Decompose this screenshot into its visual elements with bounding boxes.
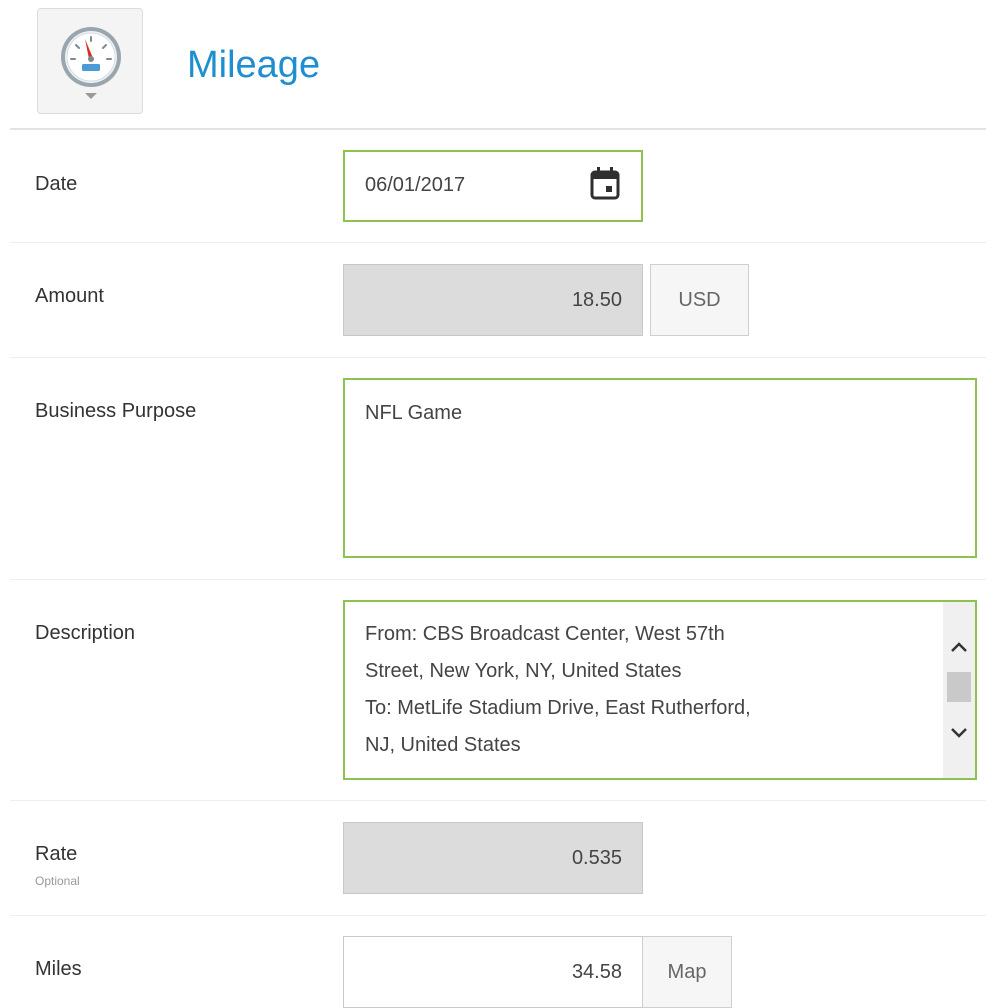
scroll-down-icon[interactable] — [949, 726, 969, 740]
amount-field: 18.50 — [343, 264, 643, 336]
mileage-icon-button[interactable] — [37, 8, 143, 114]
business-purpose-input[interactable]: NFL Game — [365, 402, 462, 425]
page-title: Mileage — [187, 44, 321, 86]
amount-row: Amount 18.50 USD — [10, 243, 986, 358]
rate-field: 0.535 — [343, 822, 643, 894]
description-row: Description From: CBS Broadcast Center, … — [10, 580, 986, 801]
business-purpose-field[interactable]: NFL Game — [343, 378, 977, 558]
scroll-thumb[interactable] — [947, 672, 971, 702]
map-button[interactable]: Map — [642, 936, 732, 1008]
date-row: Date — [10, 131, 986, 243]
description-label: Description — [35, 622, 136, 644]
calendar-icon[interactable] — [589, 166, 621, 200]
miles-field[interactable]: 34.58 — [343, 936, 643, 1008]
header-divider — [10, 128, 986, 130]
date-label: Date — [35, 173, 78, 195]
description-field[interactable]: From: CBS Broadcast Center, West 57th St… — [343, 600, 977, 780]
date-input[interactable] — [365, 174, 585, 197]
description-scrollbar[interactable] — [943, 602, 975, 778]
business-purpose-label: Business Purpose — [35, 400, 197, 422]
currency-addon[interactable]: USD — [650, 264, 749, 336]
miles-input[interactable]: 34.58 — [572, 961, 622, 984]
miles-row: Miles 34.58 Map — [10, 916, 986, 1008]
rate-label: Rate — [35, 843, 78, 865]
rate-value: 0.535 — [571, 847, 622, 869]
scroll-up-icon[interactable] — [949, 640, 969, 654]
description-textarea[interactable]: From: CBS Broadcast Center, West 57th St… — [365, 616, 945, 764]
rate-optional-hint: Optional — [35, 874, 80, 888]
amount-value: 18.50 — [571, 289, 622, 311]
speedometer-icon — [61, 27, 121, 99]
business-purpose-row: Business Purpose NFL Game — [10, 358, 986, 580]
rate-row: Rate Optional 0.535 — [10, 801, 986, 916]
page-header: Mileage — [0, 0, 986, 130]
amount-label: Amount — [35, 285, 104, 307]
date-field[interactable] — [343, 150, 643, 222]
miles-label: Miles — [35, 958, 82, 980]
